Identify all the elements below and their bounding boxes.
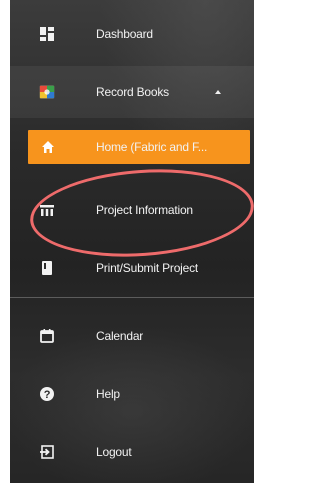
- sidebar-item-home[interactable]: Home (Fabric and F...: [28, 130, 250, 164]
- help-icon: ?: [39, 386, 55, 402]
- home-icon: [40, 139, 56, 155]
- svg-text:?: ?: [44, 389, 51, 401]
- sidebar-item-calendar[interactable]: Calendar: [10, 310, 254, 362]
- sidebar-item-record-books[interactable]: Record Books: [10, 66, 254, 118]
- sidebar-item-label: Home (Fabric and F...: [96, 140, 208, 154]
- sidebar-item-label: Project Information: [96, 203, 193, 217]
- sidebar-item-print-submit[interactable]: Print/Submit Project: [10, 242, 254, 294]
- sidebar-item-project-information[interactable]: Project Information: [10, 184, 254, 236]
- sidebar-item-label: Record Books: [96, 85, 169, 99]
- record-books-icon: [39, 84, 55, 100]
- dashboard-icon: [39, 26, 55, 42]
- chevron-up-icon[interactable]: [215, 90, 221, 94]
- sidebar-item-help[interactable]: ? Help: [10, 368, 254, 420]
- divider: [10, 297, 254, 298]
- sidebar-item-logout[interactable]: Logout: [10, 426, 254, 478]
- sidebar-nav: Dashboard Record Books Home (Fabric and …: [10, 0, 254, 483]
- book-icon: [39, 260, 55, 276]
- sidebar-item-label: Dashboard: [96, 27, 153, 41]
- sidebar-item-dashboard[interactable]: Dashboard: [10, 8, 254, 60]
- sidebar-item-label: Calendar: [96, 329, 144, 343]
- sidebar-item-label: Logout: [96, 445, 132, 459]
- project-information-icon: [39, 202, 55, 218]
- logout-icon: [39, 444, 55, 460]
- sidebar-item-label: Help: [96, 387, 120, 401]
- sidebar-item-label: Print/Submit Project: [96, 261, 199, 275]
- calendar-icon: [39, 328, 55, 344]
